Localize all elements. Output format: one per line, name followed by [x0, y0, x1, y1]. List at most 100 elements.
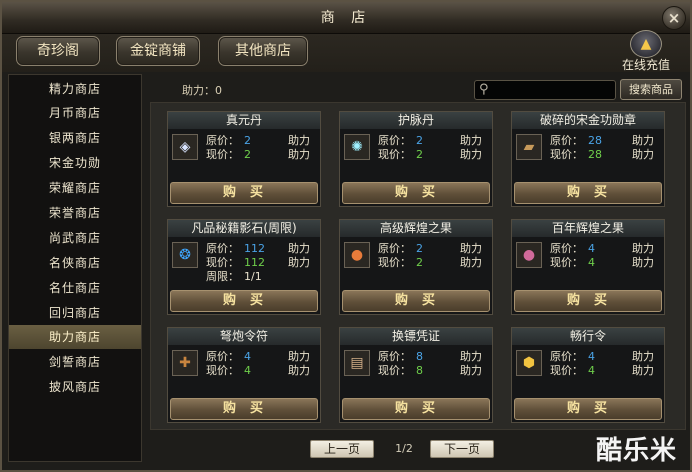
sidebar-item-assist-shop[interactable]: 助力商店 [9, 325, 141, 349]
sidebar-item-hero-shop[interactable]: 名侠商店 [9, 251, 141, 275]
currency-unit: 助力 [460, 134, 482, 147]
weekly-limit-label: 周限： [206, 270, 239, 283]
sidebar-item-merit-shop[interactable]: 宋金功勋 [9, 151, 141, 175]
buy-button[interactable]: 购买 [342, 182, 490, 204]
original-price: 4 [588, 242, 595, 255]
tab-other-shops[interactable]: 其他商店 [218, 36, 308, 66]
original-price-row: 原价： 112 助力 [206, 242, 318, 256]
item-card: 百年辉煌之果 ● 原价： 4 助力 现价： 4 助力 购买 [511, 219, 665, 315]
sidebar-item-moon-coin-shop[interactable]: 月币商店 [9, 101, 141, 125]
window-title: 商 店 [320, 10, 372, 26]
item-name: 护脉丹 [340, 112, 492, 129]
currency-unit: 助力 [288, 364, 310, 377]
currency-unit: 助力 [460, 242, 482, 255]
current-price-label: 现价： [378, 148, 411, 161]
item-card: 护脉丹 ✺ 原价： 2 助力 现价： 2 助力 购买 [339, 111, 493, 207]
sidebar-item-sword-oath-shop[interactable]: 剑誓商店 [9, 350, 141, 374]
currency-unit: 助力 [632, 242, 654, 255]
original-price-label: 原价： [550, 134, 583, 147]
current-price-row: 现价： 112 助力 [206, 256, 318, 270]
search-icon: ⚲ [479, 82, 489, 97]
current-price-label: 现价： [206, 256, 239, 269]
gold-token-icon[interactable]: ⬢ [516, 350, 542, 376]
sidebar-item-cloak-shop[interactable]: 披风商店 [9, 375, 141, 399]
original-price: 8 [416, 350, 423, 363]
close-button[interactable]: × [662, 6, 686, 30]
glowing-orb-icon[interactable]: ✺ [344, 134, 370, 160]
shop-category-sidebar: 精力商店 月币商店 银两商店 宋金功勋 荣耀商店 荣誉商店 尚武商店 名侠商店 … [8, 74, 142, 462]
current-price-label: 现价： [378, 256, 411, 269]
buy-button[interactable]: 购买 [514, 182, 662, 204]
sidebar-item-silver-shop[interactable]: 银两商店 [9, 126, 141, 150]
crystal-gem-icon[interactable]: ◈ [172, 134, 198, 160]
current-price-row: 现价： 28 助力 [550, 148, 662, 162]
buy-button[interactable]: 购买 [170, 290, 318, 312]
original-price: 2 [416, 242, 423, 255]
currency-unit: 助力 [632, 134, 654, 147]
item-name: 弩炮令符 [168, 328, 320, 345]
tab-rare-pavilion[interactable]: 奇珍阁 [16, 36, 100, 66]
currency-unit: 助力 [460, 350, 482, 363]
sidebar-item-honor-shop[interactable]: 荣誉商店 [9, 201, 141, 225]
current-price-row: 现价： 4 助力 [206, 364, 318, 378]
currency-unit: 助力 [632, 256, 654, 269]
buy-button[interactable]: 购买 [514, 290, 662, 312]
next-page-button[interactable]: 下一页 [430, 440, 494, 458]
currency-unit: 助力 [632, 350, 654, 363]
title-bar: 商 店 × [2, 2, 690, 34]
original-price-label: 原价： [378, 134, 411, 147]
buy-button[interactable]: 购买 [514, 398, 662, 420]
buy-button[interactable]: 购买 [170, 182, 318, 204]
crossbow-token-icon[interactable]: ✚ [172, 350, 198, 376]
current-price: 4 [588, 256, 595, 269]
current-price: 2 [416, 256, 423, 269]
current-price: 4 [244, 364, 251, 377]
sidebar-item-energy-shop[interactable]: 精力商店 [9, 77, 141, 101]
currency-value: 0 [215, 84, 222, 97]
page-indicator: 1/2 [395, 442, 413, 455]
search-button[interactable]: 搜索商品 [620, 79, 682, 100]
sidebar-item-scholar-shop[interactable]: 名仕商店 [9, 276, 141, 300]
item-name: 百年辉煌之果 [512, 220, 664, 237]
currency-unit: 助力 [632, 148, 654, 161]
currency-unit: 助力 [288, 350, 310, 363]
current-price: 4 [588, 364, 595, 377]
current-price-label: 现价： [550, 148, 583, 161]
fruit-icon[interactable]: ● [344, 242, 370, 268]
current-price-label: 现价： [206, 364, 239, 377]
item-name: 破碎的宋金功勋章 [512, 112, 664, 129]
prev-page-button[interactable]: 上一页 [310, 440, 374, 458]
buy-button[interactable]: 购买 [342, 398, 490, 420]
original-price: 2 [416, 134, 423, 147]
sidebar-item-return-shop[interactable]: 回归商店 [9, 301, 141, 325]
item-name: 高级辉煌之果 [340, 220, 492, 237]
currency-unit: 助力 [288, 134, 310, 147]
current-price-row: 现价： 8 助力 [378, 364, 490, 378]
currency-unit: 助力 [288, 256, 310, 269]
broken-medal-icon[interactable]: ▰ [516, 134, 542, 160]
fruit-icon[interactable]: ● [516, 242, 542, 268]
currency-unit: 助力 [288, 242, 310, 255]
currency-display: 助力：0 [182, 82, 222, 98]
gold-coins-icon: ▲ [630, 30, 662, 58]
original-price: 4 [244, 350, 251, 363]
certificate-icon[interactable]: ▤ [344, 350, 370, 376]
sidebar-item-martial-shop[interactable]: 尚武商店 [9, 226, 141, 250]
item-card: 凡品秘籍影石(周限) ❂ 原价： 112 助力 现价： 112 助力 周限： 1/1 购买 [167, 219, 321, 315]
search-input[interactable]: ⚲ [474, 80, 616, 100]
original-price-label: 原价： [206, 242, 239, 255]
buy-button[interactable]: 购买 [342, 290, 490, 312]
tab-gold-shop[interactable]: 金锭商铺 [116, 36, 200, 66]
original-price-row: 原价： 4 助力 [206, 350, 318, 364]
recharge-button[interactable]: ▲ 在线充值 [618, 28, 674, 72]
buy-button[interactable]: 购买 [170, 398, 318, 420]
current-price-row: 现价： 4 助力 [550, 364, 662, 378]
blue-shadow-stone-icon[interactable]: ❂ [172, 242, 198, 268]
current-price: 2 [416, 148, 423, 161]
sidebar-item-glory-shop[interactable]: 荣耀商店 [9, 176, 141, 200]
current-price-row: 现价： 4 助力 [550, 256, 662, 270]
original-price: 4 [588, 350, 595, 363]
item-card: 高级辉煌之果 ● 原价： 2 助力 现价： 2 助力 购买 [339, 219, 493, 315]
original-price-label: 原价： [550, 242, 583, 255]
current-price-row: 现价： 2 助力 [378, 148, 490, 162]
